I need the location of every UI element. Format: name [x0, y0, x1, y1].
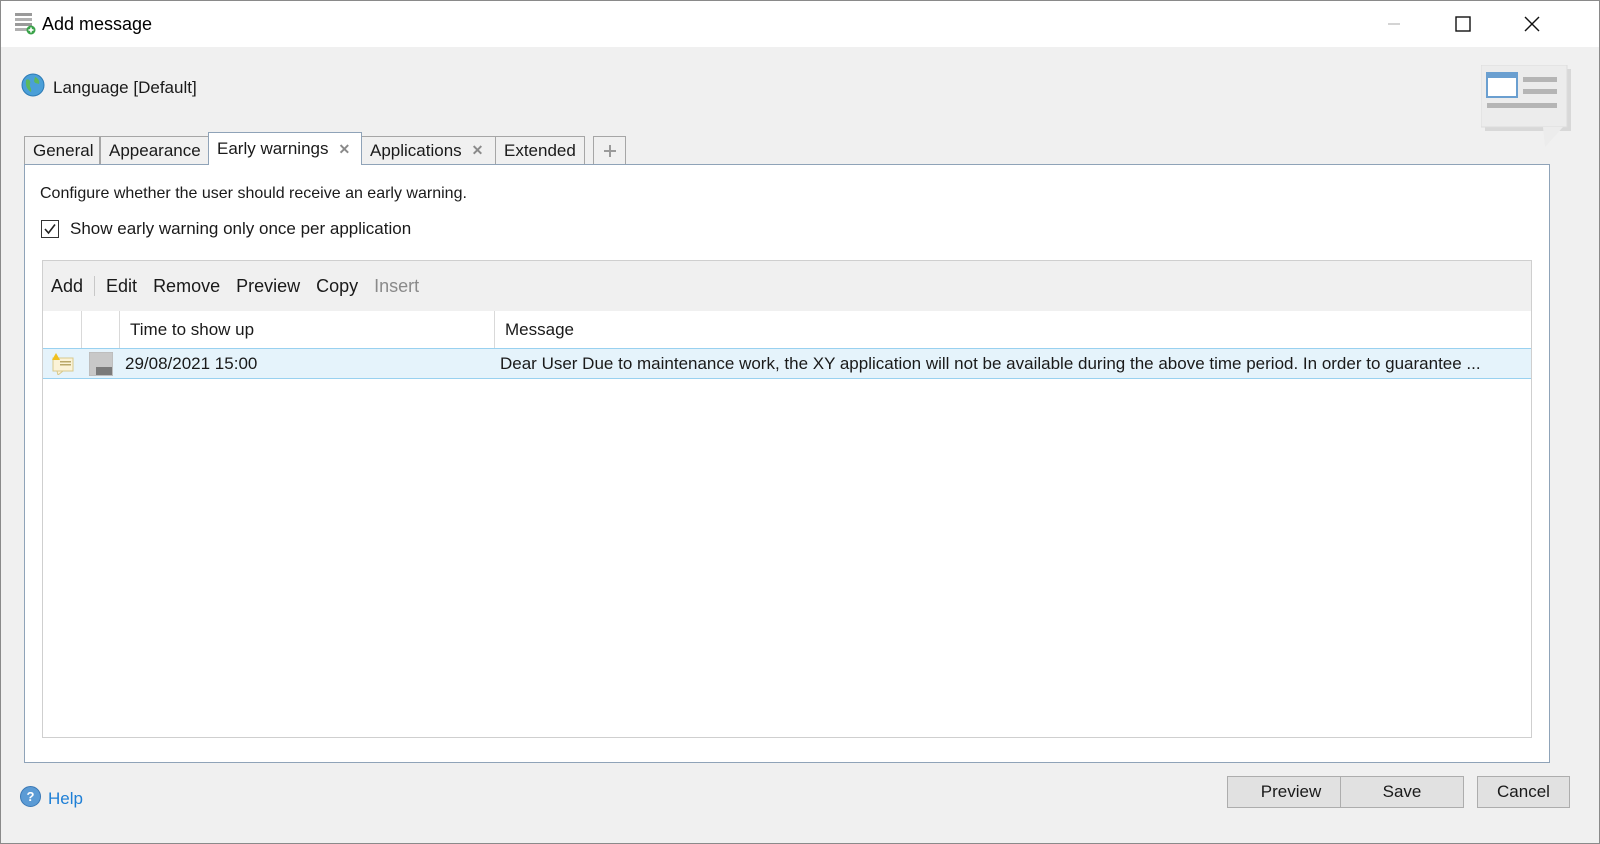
tab-appearance[interactable]: Appearance	[100, 136, 209, 164]
title-bar: Add message	[1, 1, 1599, 47]
early-warnings-panel: Configure whether the user should receiv…	[24, 164, 1550, 763]
message-window-icon	[1480, 64, 1573, 160]
close-icon	[1524, 16, 1540, 32]
svg-text:?: ?	[27, 789, 35, 804]
panel-description: Configure whether the user should receiv…	[40, 185, 467, 202]
add-button[interactable]: Add	[43, 276, 91, 297]
tab-label: Early warnings	[217, 139, 329, 158]
tab-early-warnings[interactable]: Early warnings ✕	[208, 132, 362, 165]
table-row[interactable]: 29/08/2021 15:00 Dear User Due to mainte…	[43, 348, 1531, 379]
toolbar-separator	[94, 276, 96, 296]
add-message-window: Add message Language [Default] General A…	[0, 0, 1600, 844]
status-icon	[89, 349, 115, 378]
maximize-button[interactable]	[1428, 1, 1498, 47]
tab-general[interactable]: General	[24, 136, 100, 164]
column-header-label: Time to show up	[130, 319, 255, 339]
close-button[interactable]	[1497, 1, 1567, 47]
add-tab-button[interactable]	[593, 136, 626, 164]
warning-message-icon	[51, 349, 77, 378]
preview-button[interactable]: Preview	[1227, 776, 1355, 808]
tab-extended[interactable]: Extended	[495, 136, 585, 164]
minimize-button[interactable]	[1359, 1, 1429, 47]
help-label: Help	[48, 789, 83, 808]
preview-toolbar-button[interactable]: Preview	[228, 276, 308, 297]
show-once-checkbox[interactable]	[41, 220, 59, 238]
grid-header: Time to show up Message	[43, 311, 1531, 349]
column-header-icon[interactable]	[43, 311, 82, 348]
language-label: Language [Default]	[53, 77, 197, 97]
cancel-button-label: Cancel	[1497, 782, 1550, 801]
column-header-status[interactable]	[82, 311, 120, 348]
column-header-message[interactable]: Message	[495, 311, 1531, 348]
globe-icon	[21, 73, 45, 102]
tab-label: Applications	[370, 140, 462, 160]
remove-button[interactable]: Remove	[145, 276, 228, 297]
minimize-icon	[1388, 23, 1400, 25]
edit-button[interactable]: Edit	[98, 276, 145, 297]
show-once-label: Show early warning only once per applica…	[70, 219, 412, 238]
tab-label: Extended	[504, 140, 576, 160]
window-title: Add message	[42, 14, 153, 34]
column-header-time[interactable]: Time to show up	[120, 311, 495, 348]
plus-icon	[603, 144, 616, 157]
grid-toolbar: Add Edit Remove Preview Copy Insert	[43, 261, 1531, 311]
maximize-icon	[1455, 16, 1471, 32]
language-selector[interactable]: Language [Default]	[21, 73, 197, 102]
early-warnings-grid: Add Edit Remove Preview Copy Insert Time…	[42, 260, 1532, 738]
checkmark-icon	[44, 224, 56, 235]
tab-close-icon[interactable]: ✕	[472, 142, 484, 159]
tab-label: General	[33, 140, 94, 160]
preview-button-label: Preview	[1260, 782, 1322, 801]
tab-applications[interactable]: Applications ✕	[361, 136, 496, 164]
copy-button[interactable]: Copy	[308, 276, 366, 297]
tab-label: Appearance	[109, 140, 201, 160]
row-time: 29/08/2021 15:00	[125, 353, 258, 373]
help-icon: ?	[20, 786, 41, 812]
show-once-checkbox-row[interactable]: Show early warning only once per applica…	[41, 219, 411, 239]
row-message: Dear User Due to maintenance work, the X…	[500, 353, 1481, 373]
column-header-label: Message	[505, 319, 574, 339]
cancel-button[interactable]: Cancel	[1477, 776, 1570, 808]
save-button[interactable]: Save	[1340, 776, 1464, 808]
message-add-icon	[14, 11, 36, 35]
tab-close-icon[interactable]: ✕	[339, 141, 351, 158]
insert-button[interactable]: Insert	[366, 276, 427, 297]
help-link[interactable]: ? Help	[20, 786, 83, 812]
save-button-label: Save	[1382, 782, 1422, 801]
